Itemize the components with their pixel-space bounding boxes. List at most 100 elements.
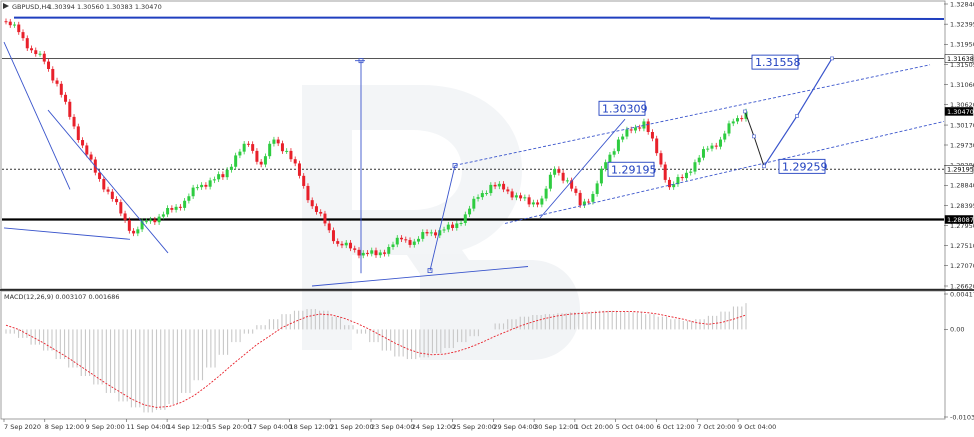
forecast-point [763, 165, 766, 168]
forecast-point [753, 135, 756, 138]
candle-body [447, 225, 450, 230]
forecast-label-text: 1.29195 [611, 163, 657, 176]
candle-body [532, 202, 535, 204]
time-tick-label: 23 Sep 04:00 [371, 423, 414, 431]
candle-body [625, 129, 628, 136]
forecast-point [796, 114, 799, 117]
candle-body [621, 137, 624, 140]
candle-body [519, 195, 522, 198]
candle-body [145, 221, 148, 222]
candle-body [455, 223, 458, 228]
candle-body [136, 229, 139, 233]
candle-body [600, 169, 603, 184]
candle-body [379, 252, 382, 255]
candle-body [230, 167, 233, 170]
chart-root: 1.328401.323951.319501.315051.310601.306… [0, 0, 974, 433]
candle-body [43, 54, 46, 62]
candle-body [221, 174, 224, 177]
candle-body [64, 95, 67, 102]
candle-body [340, 244, 343, 246]
time-tick-label: 9 Sep 20:00 [86, 423, 125, 431]
candle-body [370, 250, 373, 253]
candle-body [243, 144, 246, 152]
candle-body [306, 186, 309, 200]
candle-body [642, 121, 645, 128]
candle-body [715, 146, 718, 147]
candle-body [655, 139, 658, 154]
candle-body [183, 201, 186, 208]
candle-body [119, 202, 122, 213]
candle-body [647, 121, 650, 132]
candle-body [443, 229, 446, 230]
candle-body [179, 207, 182, 208]
candle-body [107, 189, 110, 191]
candle-body [468, 209, 471, 215]
candle-body [434, 232, 437, 235]
candle-body [51, 69, 54, 80]
candle-body [392, 244, 395, 247]
candle-body [659, 153, 662, 164]
price-badge-text: 1.30470 [947, 108, 974, 116]
candle-body [251, 144, 254, 151]
candle-body [693, 162, 696, 171]
candle-body [111, 192, 114, 199]
symbol-label: GBPUSD,H4 [12, 3, 50, 11]
candle-body [102, 179, 105, 189]
price-tick-label: 1.28395 [950, 202, 974, 210]
candle-body [298, 163, 301, 175]
candle-body [413, 242, 416, 245]
price-tick-label: 1.32840 [950, 0, 974, 8]
candle-body [149, 220, 152, 222]
time-tick-label: 17 Sep 04:00 [249, 423, 292, 431]
candle-body [536, 202, 539, 204]
candle-body [562, 173, 565, 181]
candle-body [494, 185, 497, 187]
candle-body [409, 240, 412, 245]
candle-body [740, 118, 743, 119]
candle-body [489, 185, 492, 193]
candle-body [357, 250, 360, 256]
time-tick-label: 14 Sep 12:00 [167, 423, 210, 431]
time-tick-label: 24 Sep 12:00 [412, 423, 455, 431]
candle-body [77, 126, 80, 140]
candle-body [209, 180, 212, 186]
candle-body [481, 193, 484, 197]
candle-body [587, 202, 590, 203]
candle-body [426, 232, 429, 233]
time-tick-label: 1 Oct 20:00 [575, 423, 613, 431]
candle-body [528, 197, 531, 204]
candle-body [132, 231, 135, 234]
candle-body [238, 152, 241, 156]
forecast-label-text: 1.31558 [755, 56, 801, 69]
candle-body [638, 127, 641, 128]
candle-body [234, 155, 237, 166]
candle-body [579, 193, 582, 205]
candle-body [281, 143, 284, 151]
forecast-point [831, 57, 834, 60]
candle-body [26, 38, 29, 48]
time-tick-label: 6 Oct 12:00 [656, 423, 694, 431]
candle-body [664, 164, 667, 179]
candle-body [264, 156, 267, 164]
candle-body [591, 194, 594, 202]
candle-body [200, 185, 203, 187]
time-tick-label: 30 Sep 12:00 [534, 423, 577, 431]
candle-body [545, 189, 548, 199]
candle-body [5, 21, 8, 22]
candle-body [617, 140, 620, 152]
time-tick-label: 25 Sep 20:00 [453, 423, 496, 431]
candle-body [166, 208, 169, 214]
time-tick-label: 9 Oct 04:00 [738, 423, 776, 431]
candle-body [289, 151, 292, 159]
price-badge-text: 1.28087 [947, 216, 974, 224]
candle-body [400, 238, 403, 240]
candle-body [723, 134, 726, 140]
candle-body [353, 248, 356, 250]
time-tick-label: 15 Sep 20:00 [208, 423, 251, 431]
candle-body [60, 84, 63, 95]
candle-body [39, 54, 42, 55]
time-tick-label: 11 Sep 04:00 [126, 423, 169, 431]
candle-body [732, 121, 735, 123]
candle-body [56, 80, 59, 83]
price-tick-label: 1.27510 [950, 242, 974, 250]
